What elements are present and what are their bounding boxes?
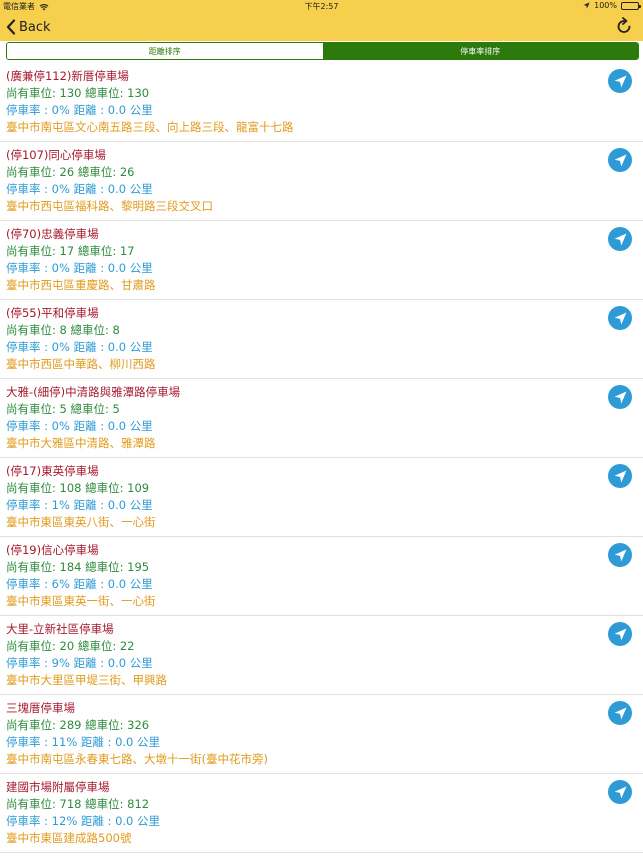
navigation-arrow-icon bbox=[614, 470, 626, 482]
lot-rate-distance: 停車率 : 11% 距離 : 0.0 公里 bbox=[6, 735, 161, 749]
parking-lot-row[interactable]: 三塊厝停車場 尚有車位: 289 總車位: 326 停車率 : 11% 距離 :… bbox=[0, 695, 643, 774]
lot-spaces: 尚有車位: 8 總車位: 8 bbox=[6, 323, 120, 337]
lot-spaces: 尚有車位: 17 總車位: 17 bbox=[6, 244, 135, 258]
parking-lot-row[interactable]: (停70)忠義停車場 尚有車位: 17 總車位: 17 停車率 : 0% 距離 … bbox=[0, 221, 643, 300]
lot-spaces: 尚有車位: 718 總車位: 812 bbox=[6, 797, 150, 811]
battery-icon bbox=[621, 1, 641, 10]
lot-address: 臺中市東區建成路500號 bbox=[6, 831, 132, 845]
navigate-button[interactable] bbox=[608, 543, 632, 567]
lot-rate-distance: 停車率 : 9% 距離 : 0.0 公里 bbox=[6, 656, 153, 670]
parking-lot-row[interactable]: 大雅-(細停)中清路與雅潭路停車場 尚有車位: 5 總車位: 5 停車率 : 0… bbox=[0, 379, 643, 458]
lot-rate-distance: 停車率 : 0% 距離 : 0.0 公里 bbox=[6, 340, 153, 354]
lot-address: 臺中市南屯區永春東七路、大墩十一街(臺中花市旁) bbox=[6, 752, 268, 766]
parking-lot-row[interactable]: (停17)東英停車場 尚有車位: 108 總車位: 109 停車率 : 1% 距… bbox=[0, 458, 643, 537]
lot-spaces: 尚有車位: 289 總車位: 326 bbox=[6, 718, 150, 732]
lot-address: 臺中市西屯區福科路、黎明路三段交叉口 bbox=[6, 199, 213, 213]
lot-name: 大雅-(細停)中清路與雅潭路停車場 bbox=[6, 385, 181, 399]
lot-rate-distance: 停車率 : 6% 距離 : 0.0 公里 bbox=[6, 577, 153, 591]
refresh-icon[interactable] bbox=[615, 17, 633, 37]
chevron-left-icon bbox=[6, 19, 16, 35]
lot-rate-distance: 停車率 : 1% 距離 : 0.0 公里 bbox=[6, 498, 153, 512]
lot-name: (停19)信心停車場 bbox=[6, 543, 99, 557]
lot-spaces: 尚有車位: 108 總車位: 109 bbox=[6, 481, 150, 495]
lot-name: (廣兼停112)新厝停車場 bbox=[6, 69, 129, 83]
navigation-arrow-icon bbox=[614, 707, 626, 719]
navigation-arrow-icon bbox=[614, 786, 626, 798]
lot-spaces: 尚有車位: 26 總車位: 26 bbox=[6, 165, 135, 179]
navigation-arrow-icon bbox=[614, 312, 626, 324]
lot-rate-distance: 停車率 : 0% 距離 : 0.0 公里 bbox=[6, 182, 153, 196]
lot-address: 臺中市西區中華路、柳川西路 bbox=[6, 357, 156, 371]
navigation-arrow-icon bbox=[614, 75, 626, 87]
parking-lot-row[interactable]: (廣兼停112)新厝停車場 尚有車位: 130 總車位: 130 停車率 : 0… bbox=[0, 63, 643, 142]
lot-spaces: 尚有車位: 130 總車位: 130 bbox=[6, 86, 150, 100]
navigate-button[interactable] bbox=[608, 306, 632, 330]
status-bar: 電信業者 下午2:57 100% bbox=[0, 0, 643, 13]
lot-name: 三塊厝停車場 bbox=[6, 701, 75, 715]
navigate-button[interactable] bbox=[608, 69, 632, 93]
navigate-button[interactable] bbox=[608, 780, 632, 804]
lot-address: 臺中市東區東英八街、一心街 bbox=[6, 515, 156, 529]
parking-lot-row[interactable]: 大里-立新社區停車場 尚有車位: 20 總車位: 22 停車率 : 9% 距離 … bbox=[0, 616, 643, 695]
lot-rate-distance: 停車率 : 0% 距離 : 0.0 公里 bbox=[6, 419, 153, 433]
lot-rate-distance: 停車率 : 0% 距離 : 0.0 公里 bbox=[6, 261, 153, 275]
back-label: Back bbox=[19, 19, 51, 35]
navigation-arrow-icon bbox=[614, 233, 626, 245]
navigate-button[interactable] bbox=[608, 464, 632, 488]
sort-bar: 距離排序 停車率排序 bbox=[0, 41, 643, 63]
navigate-button[interactable] bbox=[608, 148, 632, 172]
lot-spaces: 尚有車位: 20 總車位: 22 bbox=[6, 639, 135, 653]
tab-sort-by-distance[interactable]: 距離排序 bbox=[7, 43, 323, 59]
back-button[interactable]: Back bbox=[6, 16, 51, 38]
nav-bar: Back bbox=[0, 13, 643, 41]
lot-address: 臺中市大雅區中清路、雅潭路 bbox=[6, 436, 156, 450]
parking-lot-row[interactable]: (停19)信心停車場 尚有車位: 184 總車位: 195 停車率 : 6% 距… bbox=[0, 537, 643, 616]
lot-name: (停55)平和停車場 bbox=[6, 306, 99, 320]
lot-name: (停17)東英停車場 bbox=[6, 464, 99, 478]
lot-spaces: 尚有車位: 5 總車位: 5 bbox=[6, 402, 120, 416]
navigation-arrow-icon bbox=[614, 391, 626, 403]
tab-sort-by-occupancy[interactable]: 停車率排序 bbox=[322, 43, 638, 59]
parking-lot-list: (廣兼停112)新厝停車場 尚有車位: 130 總車位: 130 停車率 : 0… bbox=[0, 63, 643, 853]
lot-rate-distance: 停車率 : 12% 距離 : 0.0 公里 bbox=[6, 814, 161, 828]
parking-lot-row[interactable]: (停107)同心停車場 尚有車位: 26 總車位: 26 停車率 : 0% 距離… bbox=[0, 142, 643, 221]
navigate-button[interactable] bbox=[608, 701, 632, 725]
parking-lot-row[interactable]: 建國市場附屬停車場 尚有車位: 718 總車位: 812 停車率 : 12% 距… bbox=[0, 774, 643, 853]
navigation-arrow-icon bbox=[614, 628, 626, 640]
lot-address: 臺中市東區東英一街、一心街 bbox=[6, 594, 156, 608]
lot-name: 大里-立新社區停車場 bbox=[6, 622, 114, 636]
lot-rate-distance: 停車率 : 0% 距離 : 0.0 公里 bbox=[6, 103, 153, 117]
navigate-button[interactable] bbox=[608, 622, 632, 646]
lot-spaces: 尚有車位: 184 總車位: 195 bbox=[6, 560, 150, 574]
lot-address: 臺中市西屯區重慶路、甘肅路 bbox=[6, 278, 156, 292]
status-time: 下午2:57 bbox=[304, 2, 339, 11]
lot-name: (停70)忠義停車場 bbox=[6, 227, 99, 241]
lot-name: 建國市場附屬停車場 bbox=[6, 780, 110, 794]
lot-address: 臺中市大里區甲堤三街、甲興路 bbox=[6, 673, 167, 687]
battery-percent: 100% bbox=[594, 1, 617, 10]
location-arrow-icon bbox=[583, 2, 590, 9]
status-right: 100% bbox=[583, 1, 641, 10]
navigation-arrow-icon bbox=[614, 154, 626, 166]
lot-address: 臺中市南屯區文心南五路三段、向上路三段、龍富十七路 bbox=[6, 120, 294, 134]
sort-segmented-control: 距離排序 停車率排序 bbox=[6, 42, 639, 60]
navigate-button[interactable] bbox=[608, 385, 632, 409]
parking-lot-row[interactable]: (停55)平和停車場 尚有車位: 8 總車位: 8 停車率 : 0% 距離 : … bbox=[0, 300, 643, 379]
navigation-arrow-icon bbox=[614, 549, 626, 561]
navigate-button[interactable] bbox=[608, 227, 632, 251]
lot-name: (停107)同心停車場 bbox=[6, 148, 106, 162]
